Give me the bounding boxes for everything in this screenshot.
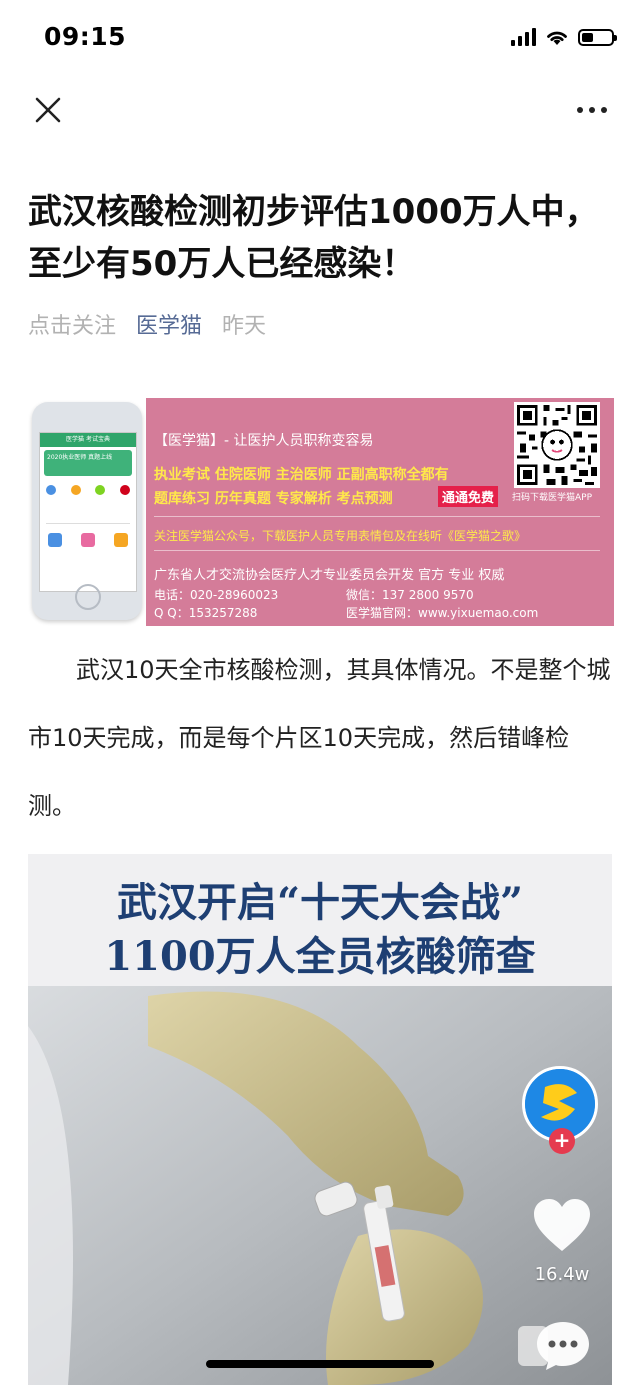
- banner-developer-line: 广东省人才交流协会医疗人才专业委员会开发 官方 专业 权威: [154, 568, 505, 583]
- banner-qq-line: Q Q：153257288: [154, 606, 258, 620]
- status-time: 09:15: [44, 22, 127, 51]
- phone-mock-home-button: [75, 584, 101, 610]
- banner-wechat-line: 微信：137 2800 9570: [346, 588, 474, 602]
- more-dots-icon[interactable]: [572, 100, 612, 120]
- article-meta: 点击关注 医学猫 昨天: [28, 308, 266, 340]
- qr-code-image: [514, 402, 600, 488]
- follow-link[interactable]: 点击关注: [28, 308, 116, 340]
- cellular-signal-icon: [511, 28, 536, 46]
- publish-date: 昨天: [222, 314, 267, 339]
- phone-mock-topbar: 医学猫 考试宝典: [40, 433, 136, 447]
- phone-mock-title: 医学猫 考试宝典: [66, 436, 110, 443]
- video-headline-2: 1100万人全员核酸筛查: [104, 933, 536, 980]
- like-count: 16.4w: [534, 1264, 590, 1285]
- wifi-icon: [547, 31, 567, 45]
- article-paragraph: 武汉10天全市核酸检测，其具体情况。不是整个城市10天完成，而是每个片区10天完…: [28, 656, 611, 820]
- free-badge: 通通免费: [438, 486, 499, 507]
- video-headline-banner: 武汉开启“十天大会战” 1100万人全员核酸筛查: [28, 854, 612, 986]
- status-icons: [511, 25, 617, 49]
- banner-phone-line: 电话：020-28960023: [154, 588, 279, 602]
- phone-mockup-image: 医学猫 考试宝典 2020执业医师 真题上线: [32, 402, 142, 620]
- article-title: 武汉核酸检测初步评估1000万人中，至少有50万人已经感染！: [28, 192, 599, 284]
- author-link[interactable]: 医学猫: [136, 308, 202, 340]
- phone-mock-promo-text: 2020执业医师 真题上线: [47, 454, 113, 461]
- banner-line1: 执业考试 住院医师 主治医师 正副高职称全都有: [154, 467, 449, 483]
- banner-tagline: 【医学猫】- 让医护人员职称变容易: [154, 433, 374, 449]
- close-icon[interactable]: [30, 92, 66, 128]
- banner-follow-line: 关注医学猫公众号，下载医护人员专用表情包及在线听《医学猫之歌》: [154, 529, 527, 543]
- phone-mock-grid: [48, 533, 128, 573]
- home-indicator: [206, 1360, 434, 1368]
- banner-line2: 题库练习 历年真题 专家解析 考点预测: [154, 491, 393, 507]
- heart-icon[interactable]: [532, 1198, 592, 1254]
- comment-icon[interactable]: [534, 1320, 592, 1372]
- qr-caption: 扫码下载医学猫APP: [512, 493, 593, 503]
- phone-mock-promo: 2020执业医师 真题上线: [44, 450, 132, 476]
- video-headline-1: 武汉开启“十天大会战”: [116, 879, 523, 926]
- phone-mock-icons: [46, 485, 130, 513]
- follow-plus-button[interactable]: +: [549, 1128, 575, 1154]
- banner-website-line: 医学猫官网：www.yixuemao.com: [346, 606, 539, 620]
- battery-icon: [578, 28, 617, 46]
- video-frame-image: [28, 986, 612, 1385]
